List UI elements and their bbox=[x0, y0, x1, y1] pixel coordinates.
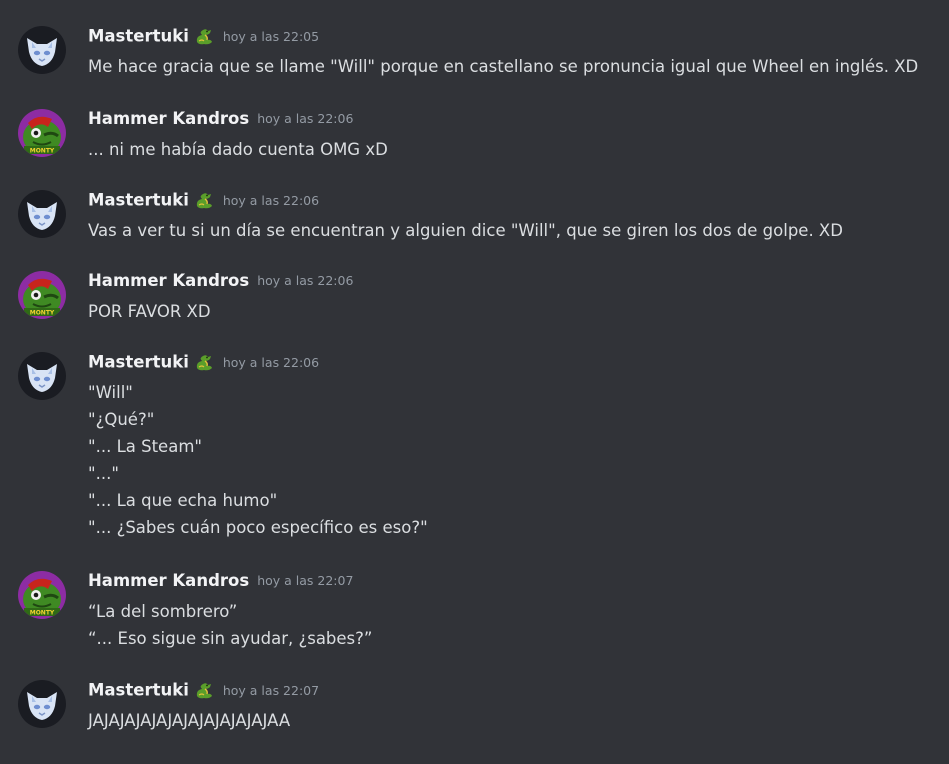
message-line: ... ni me había dado cuenta OMG xD bbox=[88, 140, 388, 159]
message-content: POR FAVOR XD bbox=[88, 298, 211, 325]
avatar-mastertuki[interactable] bbox=[18, 190, 66, 238]
message-timestamp[interactable]: hoy a las 22:06 bbox=[257, 111, 353, 126]
author-name[interactable]: Mastertuki bbox=[88, 681, 189, 700]
dragon-icon[interactable] bbox=[193, 351, 215, 373]
avatar-mastertuki[interactable] bbox=[18, 26, 66, 74]
message-header: Hammer Kandros hoy a las 22:06 bbox=[88, 108, 353, 132]
message-line: “... Eso sigue sin ayudar, ¿sabes?” bbox=[88, 629, 373, 648]
message-line: Me hace gracia que se llame "Will" porqu… bbox=[88, 57, 919, 76]
message-header: Mastertuki hoy a las 22:07 bbox=[88, 679, 319, 703]
message-header: Hammer Kandros hoy a las 22:06 bbox=[88, 270, 353, 294]
message-header: Hammer Kandros hoy a las 22:07 bbox=[88, 570, 353, 594]
message-content: ... ni me había dado cuenta OMG xD bbox=[88, 136, 388, 163]
chat-message-list: Mastertuki hoy a las 22:05 Me hace gracia… bbox=[0, 0, 949, 764]
dragon-icon[interactable] bbox=[193, 189, 215, 211]
message-header: Mastertuki hoy a las 22:06 bbox=[88, 351, 319, 375]
avatar-hammer-kandros[interactable]: MONTY bbox=[18, 109, 66, 157]
author-name[interactable]: Mastertuki bbox=[88, 191, 189, 210]
author-name[interactable]: Hammer Kandros bbox=[88, 571, 249, 590]
message-header: Mastertuki hoy a las 22:05 bbox=[88, 25, 319, 49]
message-content: JAJAJAJAJAJAJAJAJAJAJAJAA bbox=[88, 707, 290, 734]
avatar-label: MONTY bbox=[30, 610, 55, 617]
message-line: "Will" bbox=[88, 383, 133, 402]
author-name[interactable]: Hammer Kandros bbox=[88, 271, 249, 290]
message-line: JAJAJAJAJAJAJAJAJAJAJAJAA bbox=[88, 711, 291, 730]
message-content: “La del sombrero” “... Eso sigue sin ayud… bbox=[88, 598, 372, 652]
avatar-label: MONTY bbox=[30, 148, 55, 155]
message-content: Me hace gracia que se llame "Will" porqu… bbox=[88, 53, 918, 80]
author-name[interactable]: Mastertuki bbox=[88, 353, 189, 372]
message-timestamp[interactable]: hoy a las 22:07 bbox=[257, 573, 353, 588]
message-line: "..." bbox=[88, 464, 119, 483]
author-name[interactable]: Mastertuki bbox=[88, 27, 189, 46]
avatar-mastertuki[interactable] bbox=[18, 352, 66, 400]
author-name[interactable]: Hammer Kandros bbox=[88, 109, 249, 128]
message-line: “La del sombrero” bbox=[88, 602, 238, 621]
message-header: Mastertuki hoy a las 22:06 bbox=[88, 189, 319, 213]
message-timestamp[interactable]: hoy a las 22:06 bbox=[223, 355, 319, 370]
message-line: "... La que echa humo" bbox=[88, 491, 278, 510]
avatar-hammer-kandros[interactable]: MONTY bbox=[18, 271, 66, 319]
message-timestamp[interactable]: hoy a las 22:05 bbox=[223, 29, 319, 44]
dragon-icon[interactable] bbox=[193, 25, 215, 47]
message-timestamp[interactable]: hoy a las 22:07 bbox=[223, 683, 319, 698]
message-timestamp[interactable]: hoy a las 22:06 bbox=[257, 273, 353, 288]
dragon-icon[interactable] bbox=[193, 679, 215, 701]
message-line: "... La Steam" bbox=[88, 437, 202, 456]
message-line: "... ¿Sabes cuán poco específico es eso?… bbox=[88, 518, 428, 537]
message-line: Vas a ver tu si un día se encuentran y a… bbox=[88, 221, 843, 240]
avatar-hammer-kandros[interactable]: MONTY bbox=[18, 571, 66, 619]
message-timestamp[interactable]: hoy a las 22:06 bbox=[223, 193, 319, 208]
message-content: Vas a ver tu si un día se encuentran y a… bbox=[88, 217, 843, 244]
avatar-mastertuki[interactable] bbox=[18, 680, 66, 728]
message-line: "¿Qué?" bbox=[88, 410, 155, 429]
avatar-label: MONTY bbox=[30, 310, 55, 317]
message-content: "Will" "¿Qué?" "... La Steam" "..." "... La … bbox=[88, 379, 428, 541]
message-line: POR FAVOR XD bbox=[88, 302, 211, 321]
